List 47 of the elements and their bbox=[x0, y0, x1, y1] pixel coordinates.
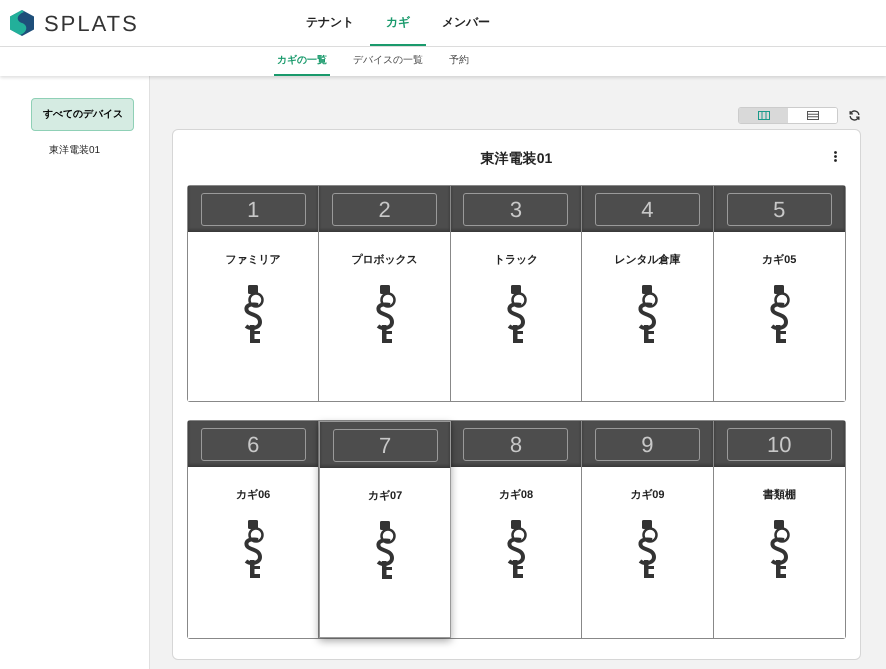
slot-number: 7 bbox=[332, 428, 438, 462]
device-title: 東洋電装01 bbox=[480, 149, 552, 168]
key-slot[interactable]: 9 カギ09 bbox=[582, 421, 714, 638]
key-name: カギ09 bbox=[630, 488, 665, 503]
columns-icon bbox=[758, 111, 770, 120]
refresh-icon bbox=[848, 109, 860, 122]
logo-icon bbox=[8, 9, 36, 37]
nav-tab[interactable]: テナント bbox=[290, 0, 370, 46]
more-icon bbox=[834, 150, 836, 162]
sidebar-item[interactable]: 東洋電装01 bbox=[31, 139, 100, 162]
nav-tab[interactable]: メンバー bbox=[426, 0, 506, 46]
slot-number: 4 bbox=[594, 192, 700, 226]
key-slot[interactable]: 6 カギ06 bbox=[188, 421, 320, 638]
key-name: カギ05 bbox=[762, 252, 796, 268]
more-menu-button[interactable] bbox=[832, 150, 838, 162]
brand-name: SPLATS bbox=[44, 10, 139, 38]
slot-number: 8 bbox=[463, 428, 568, 460]
slot-number: 2 bbox=[332, 192, 438, 226]
slot-number: 1 bbox=[200, 192, 306, 226]
nav-tab[interactable]: カギ bbox=[370, 0, 426, 46]
sidebar-item[interactable]: すべてのデバイス bbox=[31, 98, 134, 131]
key-name: プロボックス bbox=[352, 252, 418, 268]
subnav-tab[interactable]: 予約 bbox=[446, 47, 472, 76]
slot-number: 6 bbox=[200, 428, 306, 460]
key-name: 書類棚 bbox=[762, 488, 796, 503]
key-slot[interactable]: 1 ファミリア bbox=[188, 186, 320, 401]
key-slot[interactable]: 3 トラック bbox=[450, 186, 582, 401]
slot-number: 3 bbox=[463, 192, 568, 226]
key-slot[interactable]: 8 カギ08 bbox=[450, 421, 582, 638]
key-slot[interactable]: 7 カギ07 bbox=[319, 421, 451, 638]
key-name: カギ08 bbox=[498, 488, 534, 503]
key-slot[interactable]: 4 レンタル倉庫 bbox=[582, 186, 714, 401]
key-name: トラック bbox=[494, 253, 538, 268]
key-name: カギ07 bbox=[368, 488, 402, 504]
subnav-tab[interactable]: デバイスの一覧 bbox=[350, 47, 426, 76]
key-slot[interactable]: 2 プロボックス bbox=[319, 186, 451, 401]
key-name: カギ06 bbox=[236, 488, 270, 503]
view-toggle-option[interactable] bbox=[739, 108, 788, 123]
key-name: ファミリア bbox=[226, 253, 281, 268]
refresh-button[interactable] bbox=[847, 108, 861, 122]
list-icon bbox=[806, 111, 818, 120]
slot-number: 5 bbox=[726, 192, 832, 226]
slot-number: 10 bbox=[726, 428, 832, 460]
key-slot[interactable]: 5 カギ05 bbox=[714, 186, 845, 401]
key-name: レンタル倉庫 bbox=[614, 252, 680, 268]
slot-number: 9 bbox=[594, 428, 700, 460]
key-slot[interactable]: 10 書類棚 bbox=[714, 421, 845, 638]
